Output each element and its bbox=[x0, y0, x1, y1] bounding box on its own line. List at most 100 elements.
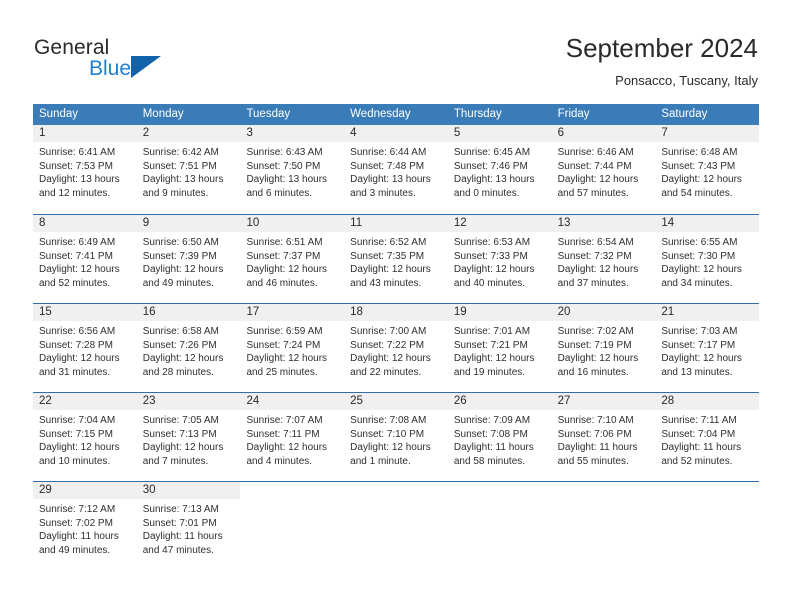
daylight-text-line2: and 54 minutes. bbox=[661, 187, 733, 199]
daylight-text-line2: and 47 minutes. bbox=[142, 544, 214, 556]
sunrise-text: Sunrise: 7:13 AM bbox=[142, 504, 219, 515]
sunrise-text: Sunrise: 7:07 AM bbox=[246, 415, 323, 426]
day-number: 21 bbox=[655, 304, 760, 321]
calendar-grid: Sunday Monday Tuesday Wednesday Thursday… bbox=[33, 104, 760, 570]
sunrise-text: Sunrise: 6:46 AM bbox=[557, 147, 634, 158]
day-number: 23 bbox=[136, 393, 241, 410]
day-cell[interactable]: 26 Sunrise: 7:09 AM Sunset: 7:08 PM Dayl… bbox=[447, 393, 552, 481]
sunset-text: Sunset: 7:48 PM bbox=[350, 160, 425, 172]
daylight-text-line2: and 57 minutes. bbox=[557, 187, 629, 199]
sunrise-text: Sunrise: 6:50 AM bbox=[142, 237, 219, 248]
day-cell[interactable]: 27 Sunrise: 7:10 AM Sunset: 7:06 PM Dayl… bbox=[551, 393, 656, 481]
sunset-text: Sunset: 7:50 PM bbox=[246, 160, 321, 172]
day-number: 3 bbox=[240, 125, 345, 142]
day-number: 13 bbox=[551, 215, 656, 232]
day-cell[interactable]: 7 Sunrise: 6:48 AM Sunset: 7:43 PM Dayli… bbox=[655, 125, 760, 214]
day-cell[interactable]: 11 Sunrise: 6:52 AM Sunset: 7:35 PM Dayl… bbox=[344, 215, 448, 303]
day-details: Sunrise: 6:51 AM Sunset: 7:37 PM Dayligh… bbox=[240, 232, 344, 290]
sunrise-text: Sunrise: 6:54 AM bbox=[557, 237, 634, 248]
general-blue-logo[interactable]: General Blue bbox=[34, 36, 214, 84]
sunrise-text: Sunrise: 7:12 AM bbox=[39, 504, 116, 515]
day-cell[interactable]: 6 Sunrise: 6:46 AM Sunset: 7:44 PM Dayli… bbox=[551, 125, 656, 214]
sunset-text: Sunset: 7:15 PM bbox=[39, 428, 113, 440]
day-cell[interactable]: 2 Sunrise: 6:42 AM Sunset: 7:51 PM Dayli… bbox=[136, 125, 241, 214]
day-details: Sunrise: 7:02 AM Sunset: 7:19 PM Dayligh… bbox=[552, 321, 656, 379]
day-number bbox=[552, 482, 656, 499]
sunset-text: Sunset: 7:22 PM bbox=[350, 339, 425, 351]
day-cell[interactable]: 5 Sunrise: 6:45 AM Sunset: 7:46 PM Dayli… bbox=[447, 125, 552, 214]
sunrise-text: Sunrise: 6:51 AM bbox=[246, 237, 323, 248]
day-cell[interactable]: 20 Sunrise: 7:02 AM Sunset: 7:19 PM Dayl… bbox=[551, 304, 656, 392]
sunset-text: Sunset: 7:24 PM bbox=[246, 339, 321, 351]
sunrise-text: Sunrise: 6:48 AM bbox=[661, 147, 738, 158]
sunset-text: Sunset: 7:46 PM bbox=[453, 160, 528, 172]
sunrise-text: Sunrise: 6:42 AM bbox=[142, 147, 219, 158]
sunset-text: Sunset: 7:51 PM bbox=[142, 160, 217, 172]
sunset-text: Sunset: 7:19 PM bbox=[557, 339, 632, 351]
sunset-text: Sunset: 7:39 PM bbox=[142, 250, 217, 262]
day-cell[interactable]: 13 Sunrise: 6:54 AM Sunset: 7:32 PM Dayl… bbox=[551, 215, 656, 303]
day-cell[interactable]: 9 Sunrise: 6:50 AM Sunset: 7:39 PM Dayli… bbox=[136, 215, 241, 303]
day-details: Sunrise: 7:10 AM Sunset: 7:06 PM Dayligh… bbox=[552, 410, 656, 468]
day-cell[interactable]: 4 Sunrise: 6:44 AM Sunset: 7:48 PM Dayli… bbox=[344, 125, 448, 214]
triangle-icon bbox=[131, 56, 161, 78]
day-cell[interactable]: 25 Sunrise: 7:08 AM Sunset: 7:10 PM Dayl… bbox=[344, 393, 448, 481]
day-cell[interactable]: 3 Sunrise: 6:43 AM Sunset: 7:50 PM Dayli… bbox=[240, 125, 345, 214]
day-number: 26 bbox=[447, 393, 552, 410]
day-cell[interactable]: 21 Sunrise: 7:03 AM Sunset: 7:17 PM Dayl… bbox=[655, 304, 760, 392]
daylight-text-line2: and 22 minutes. bbox=[350, 366, 422, 378]
daylight-text-line2: and 25 minutes. bbox=[246, 366, 318, 378]
day-cell[interactable]: 8 Sunrise: 6:49 AM Sunset: 7:41 PM Dayli… bbox=[33, 215, 137, 303]
day-cell[interactable]: 16 Sunrise: 6:58 AM Sunset: 7:26 PM Dayl… bbox=[136, 304, 241, 392]
day-number bbox=[344, 482, 448, 499]
sunrise-text: Sunrise: 6:59 AM bbox=[246, 326, 323, 337]
daylight-text-line2: and 7 minutes. bbox=[142, 455, 209, 467]
day-number: 2 bbox=[136, 125, 241, 142]
day-number: 22 bbox=[33, 393, 137, 410]
daylight-text-line2: and 9 minutes. bbox=[142, 187, 209, 199]
daylight-text-line1: Daylight: 12 hours bbox=[39, 442, 120, 453]
sunrise-text: Sunrise: 6:49 AM bbox=[39, 237, 116, 248]
day-details: Sunrise: 6:50 AM Sunset: 7:39 PM Dayligh… bbox=[137, 232, 241, 290]
sunset-text: Sunset: 7:04 PM bbox=[661, 428, 736, 440]
day-details: Sunrise: 7:11 AM Sunset: 7:04 PM Dayligh… bbox=[655, 410, 759, 468]
day-cell[interactable]: 18 Sunrise: 7:00 AM Sunset: 7:22 PM Dayl… bbox=[344, 304, 448, 392]
day-details: Sunrise: 7:00 AM Sunset: 7:22 PM Dayligh… bbox=[344, 321, 448, 379]
daylight-text-line1: Daylight: 11 hours bbox=[142, 531, 223, 542]
sunset-text: Sunset: 7:26 PM bbox=[142, 339, 217, 351]
day-cell[interactable]: 1 Sunrise: 6:41 AM Sunset: 7:53 PM Dayli… bbox=[33, 125, 137, 214]
day-cell[interactable]: 23 Sunrise: 7:05 AM Sunset: 7:13 PM Dayl… bbox=[136, 393, 241, 481]
day-details: Sunrise: 6:49 AM Sunset: 7:41 PM Dayligh… bbox=[33, 232, 137, 290]
daylight-text-line2: and 1 minute. bbox=[350, 455, 411, 467]
weekday-header-monday: Monday bbox=[142, 108, 184, 120]
daylight-text-line1: Daylight: 13 hours bbox=[39, 174, 120, 185]
sunrise-text: Sunrise: 7:08 AM bbox=[350, 415, 427, 426]
sunset-text: Sunset: 7:13 PM bbox=[142, 428, 217, 440]
day-cell[interactable]: 28 Sunrise: 7:11 AM Sunset: 7:04 PM Dayl… bbox=[655, 393, 760, 481]
sunrise-text: Sunrise: 6:55 AM bbox=[661, 237, 738, 248]
day-cell[interactable]: 15 Sunrise: 6:56 AM Sunset: 7:28 PM Dayl… bbox=[33, 304, 137, 392]
sunset-text: Sunset: 7:28 PM bbox=[39, 339, 113, 351]
day-details: Sunrise: 7:12 AM Sunset: 7:02 PM Dayligh… bbox=[33, 499, 137, 557]
daylight-text-line1: Daylight: 12 hours bbox=[453, 353, 535, 364]
day-details: Sunrise: 6:44 AM Sunset: 7:48 PM Dayligh… bbox=[344, 142, 448, 200]
day-number: 30 bbox=[136, 482, 241, 499]
day-cell[interactable]: 30 Sunrise: 7:13 AM Sunset: 7:01 PM Dayl… bbox=[136, 482, 241, 570]
day-cell[interactable]: 12 Sunrise: 6:53 AM Sunset: 7:33 PM Dayl… bbox=[447, 215, 552, 303]
day-cell[interactable]: 19 Sunrise: 7:01 AM Sunset: 7:21 PM Dayl… bbox=[447, 304, 552, 392]
week-row: 15 Sunrise: 6:56 AM Sunset: 7:28 PM Dayl… bbox=[33, 303, 760, 392]
day-cell[interactable]: 17 Sunrise: 6:59 AM Sunset: 7:24 PM Dayl… bbox=[240, 304, 345, 392]
day-cell[interactable]: 10 Sunrise: 6:51 AM Sunset: 7:37 PM Dayl… bbox=[240, 215, 345, 303]
daylight-text-line2: and 43 minutes. bbox=[350, 277, 422, 289]
day-cell[interactable]: 29 Sunrise: 7:12 AM Sunset: 7:02 PM Dayl… bbox=[33, 482, 137, 570]
day-cell[interactable]: 24 Sunrise: 7:07 AM Sunset: 7:11 PM Dayl… bbox=[240, 393, 345, 481]
daylight-text-line2: and 46 minutes. bbox=[246, 277, 318, 289]
sunset-text: Sunset: 7:37 PM bbox=[246, 250, 321, 262]
sunrise-text: Sunrise: 7:09 AM bbox=[453, 415, 531, 426]
daylight-text-line2: and 52 minutes. bbox=[39, 277, 111, 289]
day-number bbox=[448, 482, 552, 499]
day-cell[interactable]: 14 Sunrise: 6:55 AM Sunset: 7:30 PM Dayl… bbox=[655, 215, 760, 303]
sunrise-text: Sunrise: 6:44 AM bbox=[350, 147, 427, 158]
daylight-text-line1: Daylight: 12 hours bbox=[661, 264, 742, 275]
day-cell[interactable]: 22 Sunrise: 7:04 AM Sunset: 7:15 PM Dayl… bbox=[33, 393, 137, 481]
